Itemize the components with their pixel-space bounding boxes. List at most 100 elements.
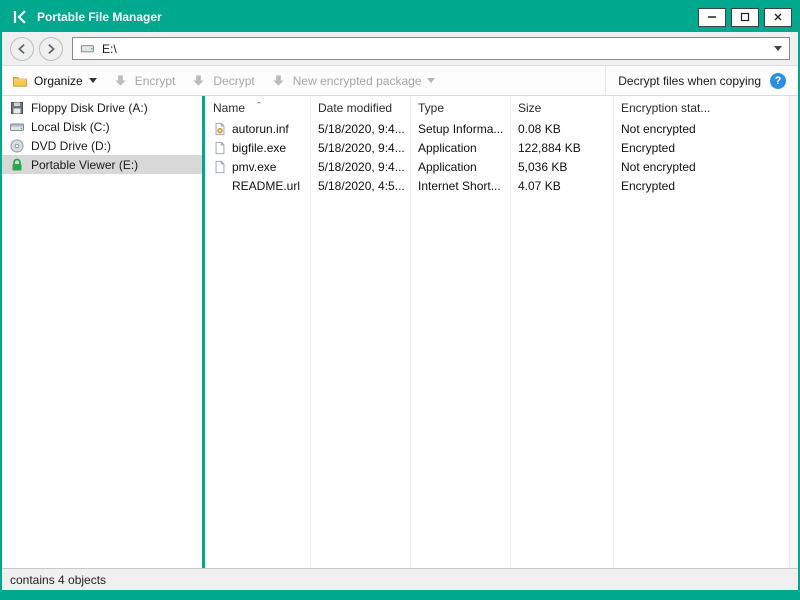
column-header-label: Encryption stat... (621, 100, 711, 115)
column-header-date-modified[interactable]: Date modified (310, 101, 410, 115)
dvd-drive-icon (9, 138, 25, 154)
file-row[interactable]: README.url 5/18/2020, 4:5... Internet Shor… (205, 176, 798, 195)
type-cell: Setup Informa... (418, 121, 504, 136)
decrypt-label: Decrypt (213, 73, 255, 88)
toolbar-left: Organize Encrypt Decrypt New encrypted p… (2, 66, 605, 95)
forward-arrow-icon (44, 42, 58, 56)
date-modified-cell: 5/18/2020, 9:4... (318, 121, 405, 136)
column-separator (410, 96, 411, 568)
vertical-scrollbar[interactable] (789, 96, 798, 568)
caption-buttons (698, 7, 792, 27)
lock-icon (9, 157, 25, 173)
new-encrypted-package-label: New encrypted package (292, 73, 422, 88)
file-row[interactable]: bigfile.exe 5/18/2020, 9:4... Application 1… (205, 138, 798, 157)
forward-button[interactable] (39, 36, 63, 61)
file-row[interactable]: pmv.exe 5/18/2020, 9:4... Application 5,036… (205, 157, 798, 176)
file-icon (213, 141, 227, 155)
encryption-status-cell: Encrypted (621, 140, 676, 155)
sidebar-item[interactable]: Floppy Disk Drive (A:) (2, 98, 202, 117)
size-cell: 4.07 KB (518, 178, 561, 193)
minimize-icon (707, 12, 717, 22)
date-modified-cell: 5/18/2020, 9:4... (318, 159, 405, 174)
sidebar-item-label: Floppy Disk Drive (A:) (31, 100, 148, 115)
package-arrow-icon (271, 73, 287, 89)
organize-button[interactable]: Organize (12, 73, 97, 89)
encryption-status-cell: Not encrypted (621, 159, 696, 174)
toolbar: Organize Encrypt Decrypt New encrypted p… (2, 66, 798, 96)
column-headers: Name ˆ Date modified Type Size Encryption sta… (205, 96, 798, 119)
file-icon (213, 160, 227, 174)
chevron-down-gray-icon (427, 78, 436, 83)
folder-icon (12, 73, 28, 89)
no-icon (213, 179, 227, 193)
back-arrow-icon (15, 42, 29, 56)
size-cell: 0.08 KB (518, 121, 561, 136)
drive-list: Floppy Disk Drive (A:) Local Disk (C:) DVD… (2, 96, 202, 568)
encryption-status-cell: Not encrypted (621, 121, 696, 136)
decrypt-arrow-icon (191, 73, 207, 89)
sidebar-item-label: Local Disk (C:) (31, 119, 110, 134)
close-icon (773, 12, 783, 22)
file-name-cell: pmv.exe (205, 160, 310, 174)
file-name-cell: bigfile.exe (205, 141, 310, 155)
size-cell: 5,036 KB (518, 159, 568, 174)
column-header-size[interactable]: Size (510, 101, 613, 115)
help-icon[interactable]: ? (770, 72, 786, 89)
file-name: bigfile.exe (232, 140, 287, 155)
sidebar-item[interactable]: DVD Drive (D:) (2, 136, 202, 155)
size-cell: 122,884 KB (518, 140, 581, 155)
local-disk-icon (9, 119, 25, 135)
encrypt-button[interactable]: Encrypt (113, 73, 176, 89)
navigation-bar: E:\ (2, 32, 798, 66)
type-cell: Application (418, 140, 477, 155)
file-rows: autorun.inf 5/18/2020, 9:4... Setup Inform… (205, 119, 798, 195)
date-modified-cell: 5/18/2020, 9:4... (318, 140, 405, 155)
back-button[interactable] (10, 36, 34, 61)
status-bar: contains 4 objects (2, 568, 798, 590)
column-separator (510, 96, 511, 568)
setup-information-file-icon (213, 122, 227, 136)
column-separator (310, 96, 311, 568)
new-encrypted-package-button[interactable]: New encrypted package (271, 73, 436, 89)
type-cell: Internet Short... (418, 178, 501, 193)
file-name: pmv.exe (232, 159, 277, 174)
sidebar-item[interactable]: Local Disk (C:) (2, 117, 202, 136)
encrypt-arrow-icon (113, 73, 129, 89)
encrypt-label: Encrypt (134, 73, 176, 88)
minimize-button[interactable] (698, 7, 726, 27)
title-bar: Portable File Manager (2, 2, 798, 32)
file-row[interactable]: autorun.inf 5/18/2020, 9:4... Setup Inform… (205, 119, 798, 138)
file-name-cell: README.url (205, 179, 310, 193)
main-content: Floppy Disk Drive (A:) Local Disk (C:) DVD… (2, 96, 798, 568)
maximize-button[interactable] (731, 7, 759, 27)
decrypt-button[interactable]: Decrypt (191, 73, 255, 89)
sidebar-item-label: Portable Viewer (E:) (31, 157, 139, 172)
sidebar-item[interactable]: Portable Viewer (E:) (2, 155, 202, 174)
organize-label: Organize (34, 73, 83, 88)
kaspersky-logo-icon (12, 9, 28, 25)
address-bar[interactable]: E:\ (72, 37, 790, 60)
column-header-type[interactable]: Type (410, 101, 510, 115)
window-title: Portable File Manager (37, 10, 162, 24)
decrypt-when-copying-label: Decrypt files when copying (618, 73, 761, 88)
chevron-down-icon[interactable] (774, 46, 782, 51)
maximize-icon (740, 12, 750, 22)
file-name: README.url (232, 178, 301, 193)
drive-icon (80, 41, 95, 56)
close-button[interactable] (764, 7, 792, 27)
portable-file-manager-window: Portable File Manager E:\ Organize Encry… (0, 0, 800, 600)
floppy-drive-icon (9, 100, 25, 116)
chevron-down-dark-icon (88, 78, 97, 83)
type-cell: Application (418, 159, 477, 174)
file-name: autorun.inf (232, 121, 289, 136)
sidebar-item-label: DVD Drive (D:) (31, 138, 111, 153)
column-header-name[interactable]: Name ˆ (205, 101, 310, 115)
encryption-status-cell: Encrypted (621, 178, 676, 193)
status-text: contains 4 objects (10, 572, 107, 587)
address-text: E:\ (102, 41, 117, 56)
column-header-encryption-stat[interactable]: Encryption stat... (613, 101, 798, 115)
file-list: Name ˆ Date modified Type Size Encryption sta… (205, 96, 798, 568)
date-modified-cell: 5/18/2020, 4:5... (318, 178, 405, 193)
column-header-label: Name (213, 100, 246, 115)
column-header-label: Date modified (318, 100, 393, 115)
